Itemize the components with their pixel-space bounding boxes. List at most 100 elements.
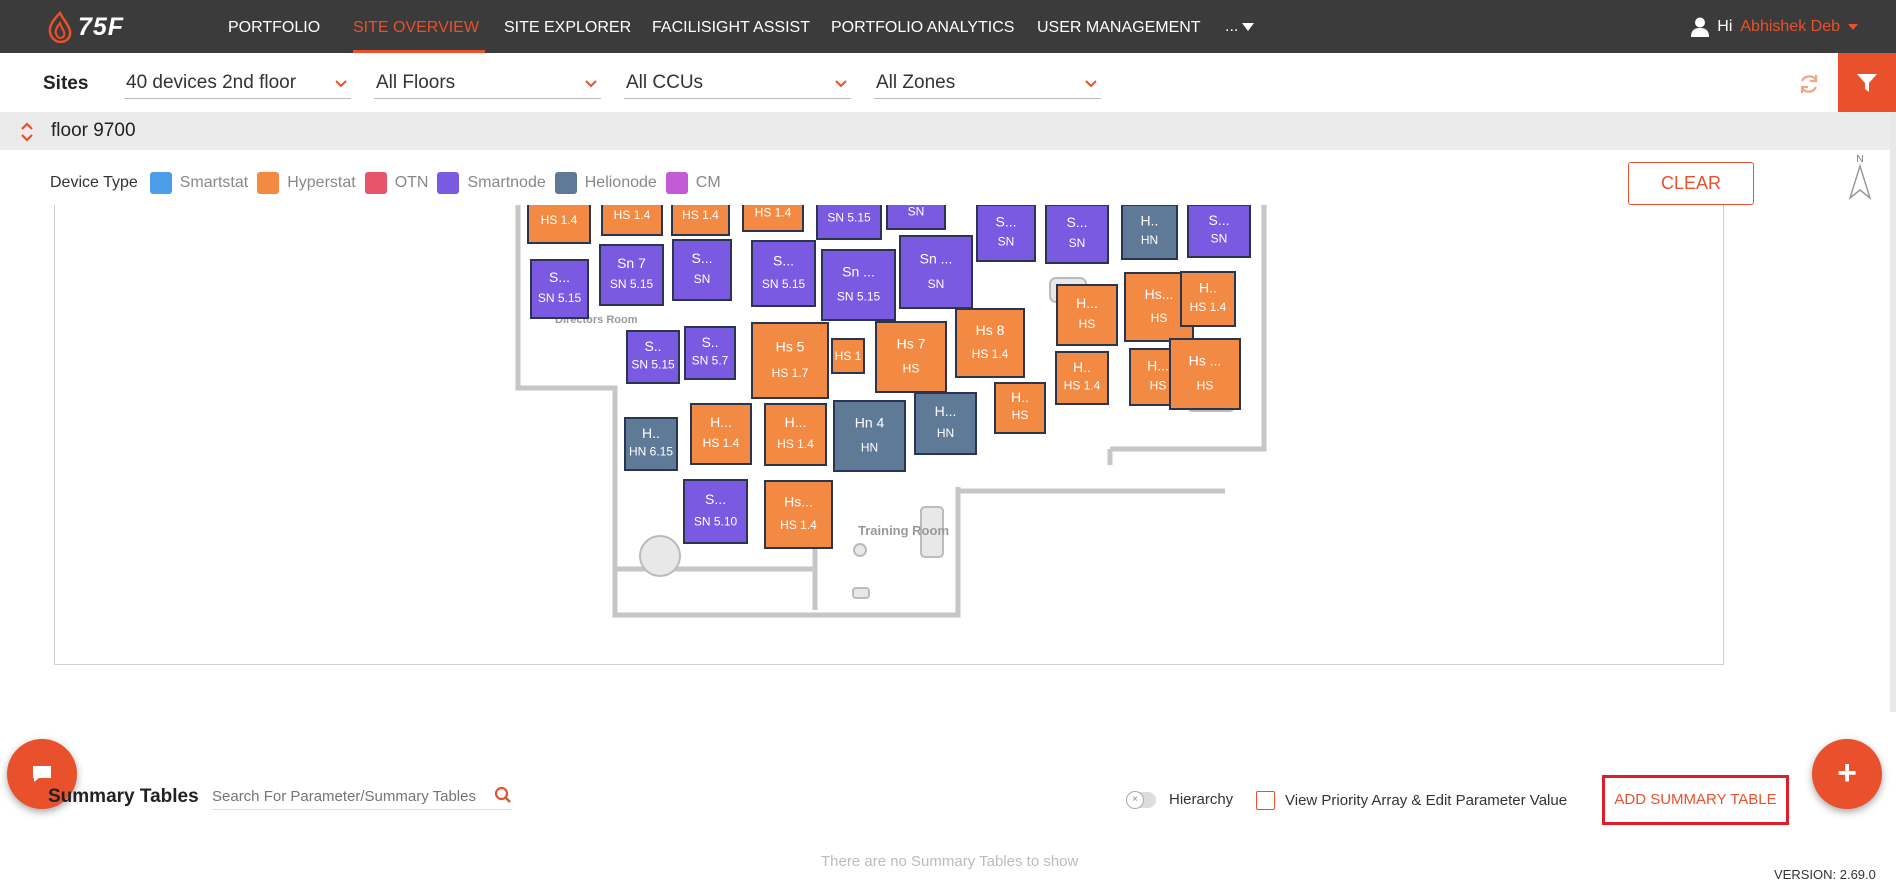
device-tile[interactable]: Hs... HS 1.4 (764, 480, 833, 549)
device-tile[interactable]: Hs 5 HS 1.7 (751, 322, 829, 399)
logo-text: 75F (78, 12, 125, 41)
device-tile-name: Hs 7 (897, 336, 926, 352)
legend-label: Smartnode (467, 174, 546, 191)
device-tile[interactable]: S... SN (672, 239, 732, 301)
nav-more-menu[interactable]: ... (1225, 0, 1255, 53)
ccu-select[interactable]: All CCUs (624, 69, 851, 99)
summary-search-input[interactable] (212, 784, 482, 808)
device-tile[interactable]: H... HS 1.4 (690, 403, 752, 465)
legend-label: CM (695, 174, 721, 191)
device-tile-name: S... (995, 213, 1016, 229)
user-icon (1691, 17, 1710, 37)
caret-down-icon (1848, 23, 1858, 30)
device-tile-box (914, 392, 977, 455)
device-tile[interactable]: Hs 8 HS 1.4 (955, 308, 1025, 378)
filter-button[interactable] (1838, 53, 1896, 112)
device-tile[interactable]: Hn 4 HN (833, 400, 906, 472)
device-tile[interactable]: H.. HS 1.4 (1180, 271, 1236, 327)
more-label: ... (1225, 18, 1239, 35)
device-tile[interactable]: S.. SN 5.15 (626, 330, 680, 384)
device-tile-name: Hs... (784, 493, 813, 509)
device-tile[interactable]: SN (886, 205, 946, 230)
device-tile[interactable]: Sn 7 SN 5.15 (599, 244, 664, 306)
device-tile[interactable]: S... SN 5.10 (683, 479, 748, 544)
floor-select[interactable]: All Floors (374, 69, 601, 99)
device-tile[interactable]: Sn ... SN (899, 235, 973, 309)
device-tile[interactable]: S... SN (1045, 205, 1109, 264)
device-tile[interactable]: Hs 7 HS (875, 321, 947, 393)
device-tile-subtitle: SN (1211, 231, 1228, 245)
legend-item-cm[interactable]: CM (665, 172, 721, 194)
clear-button[interactable]: CLEAR (1628, 162, 1754, 205)
app-logo[interactable]: 75F (46, 10, 124, 44)
device-tile-subtitle: HN (861, 440, 878, 454)
device-tile-name: S... (773, 253, 794, 269)
device-tile[interactable]: HS 1.4 (742, 205, 804, 232)
device-tile[interactable]: H.. HS (994, 382, 1046, 434)
device-tile[interactable]: Hs ... HS (1169, 338, 1241, 410)
device-tile[interactable]: S.. SN 5.7 (684, 326, 736, 380)
legend-item-helionode[interactable]: Helionode (554, 172, 657, 194)
summary-search[interactable] (212, 784, 512, 810)
nav-portfolio[interactable]: PORTFOLIO (228, 0, 320, 53)
floor-select-value: All Floors (376, 72, 456, 93)
nav-user-management[interactable]: USER MANAGEMENT (1037, 0, 1201, 53)
floor-header[interactable]: floor 9700 (0, 112, 1896, 150)
priority-array-checkbox[interactable] (1256, 791, 1275, 810)
legend-item-smartnode[interactable]: Smartnode (437, 172, 546, 194)
device-tile-name: S... (1208, 212, 1229, 228)
device-tile-name: S.. (644, 338, 661, 354)
hierarchy-toggle[interactable]: × (1126, 791, 1156, 809)
filter-icon (1857, 73, 1877, 92)
legend-item-hyperstat[interactable]: Hyperstat (257, 172, 356, 194)
device-tile[interactable]: H... HS (1056, 284, 1118, 346)
device-tile[interactable]: Sn ... SN 5.15 (821, 249, 896, 321)
refresh-icon[interactable] (1797, 72, 1821, 96)
device-tile[interactable]: H.. HN (1121, 205, 1178, 260)
site-select[interactable]: 40 devices 2nd floor (124, 69, 351, 99)
zone-select[interactable]: All Zones (874, 69, 1101, 99)
device-tile-name: Sn 7 (617, 255, 646, 271)
device-tile[interactable]: HS 1.4 (527, 205, 591, 244)
nav-facilisight-assist[interactable]: FACILISIGHT ASSIST (652, 0, 810, 53)
nav-site-explorer[interactable]: SITE EXPLORER (504, 0, 631, 53)
legend-item-otn[interactable]: OTN (364, 172, 428, 194)
device-tile-subtitle: HS 1.4 (972, 347, 1009, 361)
search-icon[interactable] (494, 786, 512, 804)
device-tile[interactable]: HS 1 (831, 338, 865, 374)
nav-portfolio-analytics[interactable]: PORTFOLIO ANALYTICS (831, 0, 1014, 53)
device-tile[interactable]: S... SN (976, 205, 1036, 262)
expand-collapse-icon[interactable] (19, 121, 35, 143)
device-tile[interactable]: H.. HS 1.4 (1055, 351, 1109, 405)
hierarchy-label: Hierarchy (1169, 791, 1234, 808)
device-tile[interactable]: S... SN (1187, 205, 1251, 258)
device-tile[interactable]: S... SN 5.15 (751, 240, 816, 307)
add-button[interactable]: + (1812, 739, 1882, 809)
device-tile-subtitle: HS 1.4 (780, 518, 817, 532)
filter-bar: Sites 40 devices 2nd floor All Floors Al… (0, 53, 1896, 112)
device-tile[interactable]: H.. HN 6.15 (624, 417, 678, 471)
page-scrollbar[interactable] (1890, 112, 1896, 712)
legend-label: Helionode (584, 174, 657, 191)
nav-site-overview[interactable]: SITE OVERVIEW (353, 0, 485, 53)
device-tile-name: H... (1147, 357, 1169, 373)
summary-tables-title: Summary Tables (48, 786, 199, 807)
device-tile[interactable]: S... SN 5.15 (530, 259, 589, 319)
device-tile[interactable]: HS 1.4 (601, 205, 663, 236)
user-menu[interactable]: Hi Abhishek Deb (1691, 0, 1858, 53)
device-tile[interactable]: SN 5.15 (816, 205, 882, 240)
device-tile-subtitle: SN (998, 234, 1015, 248)
floor-plan-canvas[interactable]: Directors Room Training Room HS 1.4 HS 1.… (55, 205, 1724, 665)
device-tile-box (764, 403, 827, 466)
device-tile-subtitle: HS 1.4 (777, 437, 814, 451)
top-navigation: 75F PORTFOLIO SITE OVERVIEW SITE EXPLORE… (0, 0, 1896, 53)
user-name: Abhishek Deb (1740, 17, 1840, 35)
legend-item-smartstat[interactable]: Smartstat (149, 172, 248, 194)
device-tile[interactable]: H... HN (914, 392, 977, 455)
device-tile[interactable]: H... HS 1.4 (764, 403, 827, 466)
floor-name: floor 9700 (51, 120, 136, 141)
device-tile[interactable]: HS 1.4 (671, 205, 730, 236)
floor-plan-map[interactable]: Directors Room Training Room HS 1.4 HS 1.… (54, 205, 1724, 665)
add-summary-table-button[interactable]: ADD SUMMARY TABLE (1602, 775, 1789, 825)
device-tile-subtitle: HN 6.15 (629, 444, 673, 458)
